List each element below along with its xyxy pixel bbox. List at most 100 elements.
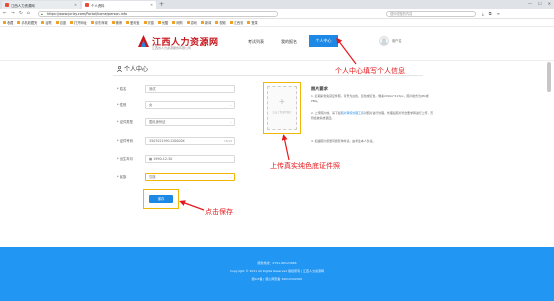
photo-upload-highlight: + 点击上传证件照片 xyxy=(263,82,301,134)
photo-requirement: 3. 如遇照片质量问题影响考试，由考生本人负责。 xyxy=(311,139,376,143)
photo-requirement: 1. 近期彩色免冠证件照，背景为白色、蓝色或红色，像素200px*413px，照… xyxy=(311,94,429,103)
bookmark-icon xyxy=(229,21,233,24)
close-tab-icon[interactable]: ✕ xyxy=(150,3,153,7)
bookmark-icon xyxy=(111,21,115,24)
annotation-fill-info: 个人中心填写个人信息 xyxy=(335,67,405,75)
bookmark-item[interactable]: 百度 xyxy=(55,20,66,25)
browser-address-bar: ← → ↻ ⌂ 🔒︎ https://www.jxrlzy.com/Portal… xyxy=(0,9,554,19)
gender-select[interactable]: 女 ⌄ xyxy=(145,100,235,109)
bookmark-icon xyxy=(172,21,176,24)
bookmark-item[interactable]: 江西省 xyxy=(229,20,244,25)
bookmark-label: 网购 xyxy=(176,21,183,25)
refresh-icon[interactable]: ↻ xyxy=(19,11,23,16)
name-input[interactable]: 测试 xyxy=(145,84,235,93)
ethnicity-value: 汉族 xyxy=(149,174,156,179)
site-favicon-icon xyxy=(5,3,9,7)
maximize-icon[interactable]: ☐ xyxy=(538,1,542,6)
bookmark-item[interactable]: 京东商城 xyxy=(90,20,108,25)
bookmarks-bar: 收藏 手机收藏夹 谷歌 百度 打开网址 京东商城 微博 爱淘宝 天猫 优酷 网购 游戏 新闻 视频 江西省 登… xyxy=(0,19,554,27)
bookmark-item[interactable]: 收藏 xyxy=(3,20,13,25)
bookmark-icon xyxy=(3,21,6,24)
save-button-highlight: 保存 xyxy=(143,189,179,209)
bookmark-icon xyxy=(55,21,59,24)
bookmark-icon xyxy=(201,21,204,24)
forward-icon[interactable]: → xyxy=(11,11,15,16)
form-row-name: * 姓名 测试 xyxy=(117,84,235,93)
nav-exam-list[interactable]: 考试列表 xyxy=(248,39,264,45)
bookmark-icon xyxy=(125,21,129,24)
bookmark-item[interactable]: 游戏 xyxy=(186,20,197,25)
bookmark-item[interactable]: 登录 xyxy=(247,20,258,25)
field-label: * 证件号码 xyxy=(117,139,133,143)
annotation-click-save: 点击保存 xyxy=(205,208,233,216)
photo-requirement: 2. 上传照片前，请下载照片审核处理工具对照片进行处理，处理后照片符合要求再进行… xyxy=(311,111,436,121)
bookmark-item[interactable]: 网购 xyxy=(172,20,183,25)
bookmark-item[interactable]: 打开网址 xyxy=(70,20,87,25)
bookmark-label: 优酷 xyxy=(161,21,169,25)
field-label: * 民族 xyxy=(117,175,127,179)
bookmark-label: 爱淘宝 xyxy=(129,21,140,25)
bookmark-item[interactable]: 视频 xyxy=(215,20,226,25)
field-label: * 证件类型 xyxy=(117,120,133,124)
arrow-to-photo-upload xyxy=(281,134,290,161)
char-counter: 18/18 xyxy=(223,138,232,143)
annotation-upload-photo: 上传真实纯色底证件照 xyxy=(270,162,340,170)
home-icon[interactable]: ⌂ xyxy=(27,11,30,16)
photo-tool-link[interactable]: 照片审核处理工具 xyxy=(341,111,364,115)
form-row-gender: * 性别 女 ⌄ xyxy=(117,100,235,109)
bookmark-item[interactable]: 手机收藏夹 xyxy=(17,20,37,25)
bookmark-label: 京东商城 xyxy=(94,21,108,25)
upload-hint: 点击上传证件照片 xyxy=(272,111,292,114)
back-icon[interactable]: ← xyxy=(3,11,7,16)
username[interactable]: 用户名 xyxy=(392,38,402,43)
bookmark-icon xyxy=(157,21,161,24)
logo-subtitle: 江西省人力资源服务有限公司 xyxy=(152,46,192,50)
tab-title: 江西人力资源网 xyxy=(11,3,35,8)
page-scrollbar[interactable] xyxy=(547,62,551,92)
footer-icp[interactable]: 赣ICP备 | 赣公网安备 36010302000 xyxy=(0,277,554,281)
nav-personal-center[interactable]: 个人中心 xyxy=(309,35,338,47)
chevron-down-icon: ⌄ xyxy=(229,174,232,179)
photo-requirements-title: 照片要求 xyxy=(311,86,328,91)
page-title-text: 个人中心 xyxy=(124,66,149,73)
bookmark-item[interactable]: 微博 xyxy=(111,20,122,25)
footer-copyright: Copyright © 2021 All Rights Reserved 版权所… xyxy=(229,269,325,273)
url-input[interactable]: 🔒︎ https://www.jxrlzy.com/Portal/home/pe… xyxy=(38,11,278,17)
bookmark-item[interactable]: 谷歌 xyxy=(41,20,52,25)
close-tab-icon[interactable]: ✕ xyxy=(74,3,77,7)
arrow-to-save xyxy=(179,200,205,211)
id-type-select[interactable]: 居民身份证 ⌄ xyxy=(145,117,235,126)
bookmark-label: 手机收藏夹 xyxy=(21,21,38,25)
id-number-input[interactable]: 3507021991120000X 18/18 xyxy=(145,136,235,145)
bookmark-item[interactable]: 爱淘宝 xyxy=(125,20,140,25)
birth-date-picker[interactable]: ▦ 1990-12-30 xyxy=(145,154,235,163)
bookmark-icon xyxy=(41,21,45,24)
bookmark-label: 江西省 xyxy=(233,21,244,25)
menu-icon[interactable]: ≡ xyxy=(497,11,500,16)
download-icon[interactable]: ⤓ xyxy=(482,11,484,16)
lock-icon: 🔒︎ xyxy=(41,12,43,16)
browser-search-input[interactable]: 搜你想搜的内容 xyxy=(386,11,476,17)
logo-icon xyxy=(138,35,149,47)
photo-upload-area[interactable]: + 点击上传证件照片 xyxy=(267,86,297,130)
save-button[interactable]: 保存 xyxy=(149,195,173,203)
bookmark-item[interactable]: 优酷 xyxy=(157,20,169,25)
bookmark-icon xyxy=(247,21,251,24)
browser-tab[interactable]: 江西人力资源网 ✕ xyxy=(2,1,80,9)
new-tab-button[interactable]: + xyxy=(159,1,164,8)
extensions-icon[interactable]: ⧉ xyxy=(489,11,492,16)
minimize-icon[interactable]: — xyxy=(528,1,532,6)
browser-tab-bar: 江西人力资源网 ✕ 个人资料 ✕ + — ☐ ✕ xyxy=(0,0,554,9)
ethnicity-select[interactable]: 汉族 ⌄ xyxy=(145,172,235,181)
site-favicon-icon xyxy=(85,3,89,7)
page-title: 个人中心 xyxy=(117,64,148,73)
browser-tab-active[interactable]: 个人资料 ✕ xyxy=(82,1,156,9)
bookmark-item[interactable]: 新闻 xyxy=(201,20,211,25)
nav-my-signup[interactable]: 我的报名 xyxy=(281,39,297,45)
bookmark-item[interactable]: 天猫 xyxy=(143,20,154,25)
bookmark-icon xyxy=(143,21,147,24)
birth-date-value: 1990-12-30 xyxy=(153,156,173,161)
bookmark-label: 打开网址 xyxy=(74,21,87,25)
avatar[interactable] xyxy=(379,36,389,46)
close-window-icon[interactable]: ✕ xyxy=(548,1,551,6)
